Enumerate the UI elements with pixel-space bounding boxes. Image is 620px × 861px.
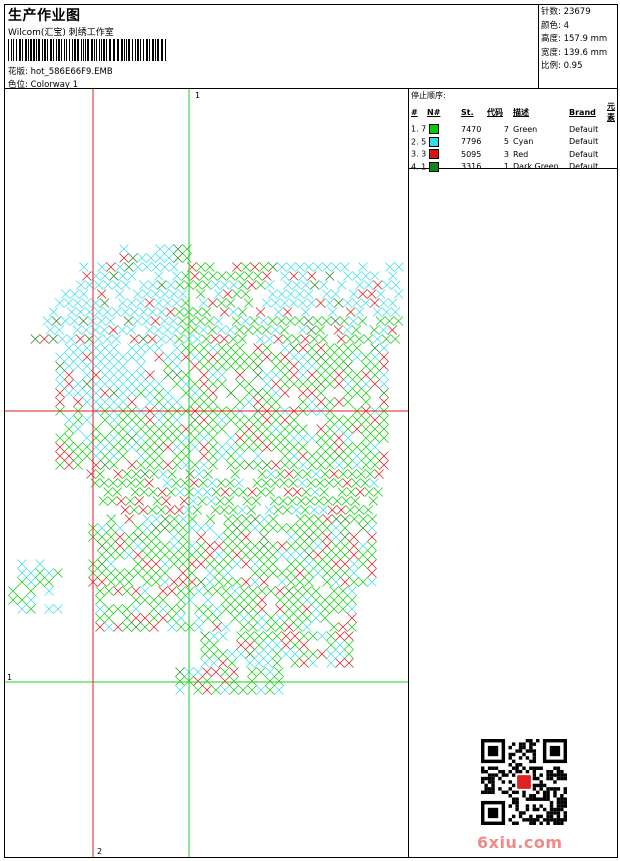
color-swatch bbox=[428, 161, 439, 172]
stitch-pattern bbox=[5, 89, 408, 857]
desc-cell: Dark Green bbox=[513, 162, 559, 172]
color-swatch bbox=[428, 136, 439, 147]
stitch-count-cell: 5095 bbox=[461, 149, 482, 159]
color-swatch bbox=[428, 149, 439, 160]
sheet-title: 生产作业图 bbox=[8, 8, 81, 24]
element-cell bbox=[605, 148, 617, 161]
barcode bbox=[8, 39, 166, 61]
qr-code bbox=[481, 739, 567, 825]
design-preview: 1 1 2 bbox=[5, 89, 409, 857]
color-stop-legend: 停止顺序: # N# St. 代码 描述 Brand 元素 1. 7 7470 7… bbox=[409, 89, 617, 172]
stop-index: 2. 5 bbox=[409, 136, 459, 149]
watermark-text: 6xiu.com bbox=[477, 833, 563, 852]
legend-row: 4. 1 3316 1 Dark Green Default bbox=[409, 161, 617, 174]
element-cell bbox=[605, 136, 617, 149]
col-header: St. bbox=[461, 107, 474, 117]
color-swatch bbox=[428, 124, 439, 135]
color-count: 颜色: 4 bbox=[541, 20, 569, 31]
element-cell bbox=[605, 123, 617, 136]
desc-cell: Red bbox=[513, 149, 529, 159]
code-cell: 1 bbox=[503, 162, 509, 172]
stitch-count-cell: 7796 bbox=[461, 137, 482, 147]
sheet-subtitle: Wilcom(汇宝) 刺绣工作室 bbox=[8, 28, 114, 38]
legend-table: # N# St. 代码 描述 Brand 元素 1. 7 7470 7 Green D… bbox=[409, 101, 617, 173]
col-header: N# bbox=[427, 107, 441, 117]
brand-cell: Default bbox=[569, 137, 599, 147]
design-width: 宽度: 139.6 mm bbox=[541, 47, 608, 58]
design-scale: 比例: 0.95 bbox=[541, 61, 583, 71]
axis-label-left: 1 bbox=[7, 673, 13, 682]
col-header: Brand bbox=[569, 107, 596, 117]
legend-row: 3. 3 5095 3 Red Default bbox=[409, 148, 617, 161]
stats-panel: 针数: 23679 颜色: 4 高度: 157.9 mm 宽度: 139.6 m… bbox=[539, 5, 617, 89]
stitch-count-cell: 3316 bbox=[461, 162, 482, 172]
col-header: 描述 bbox=[513, 107, 529, 117]
axis-label-bottom: 2 bbox=[97, 847, 103, 856]
legend-header-row: # N# St. 代码 描述 Brand 元素 bbox=[409, 101, 617, 123]
legend-row: 2. 5 7796 5 Cyan Default bbox=[409, 136, 617, 149]
stop-index: 4. 1 bbox=[409, 161, 459, 174]
code-cell: 7 bbox=[503, 124, 509, 134]
col-header: # bbox=[411, 107, 418, 117]
desc-cell: Cyan bbox=[513, 137, 534, 147]
stop-index: 3. 3 bbox=[409, 148, 459, 161]
stop-index: 1. 7 bbox=[409, 123, 459, 136]
brand-cell: Default bbox=[569, 124, 599, 134]
col-header: 代码 bbox=[487, 107, 503, 117]
code-cell: 3 bbox=[503, 149, 509, 159]
brand-cell: Default bbox=[569, 162, 599, 172]
brand-cell: Default bbox=[569, 149, 599, 159]
design-file-name: 花版: hot_586E66F9.EMB bbox=[8, 67, 113, 77]
code-cell: 5 bbox=[503, 137, 509, 147]
design-height: 高度: 157.9 mm bbox=[541, 34, 608, 44]
axis-label-top: 1 bbox=[195, 91, 201, 100]
legend-caption: 停止顺序: bbox=[411, 91, 446, 100]
desc-cell: Green bbox=[513, 124, 538, 134]
stitch-count: 针数: 23679 bbox=[541, 7, 591, 17]
element-cell bbox=[605, 161, 617, 174]
legend-row: 1. 7 7470 7 Green Default bbox=[409, 123, 617, 136]
header-panel: 生产作业图 Wilcom(汇宝) 刺绣工作室 花版: hot_586E66F9.… bbox=[5, 5, 539, 90]
stitch-count-cell: 7470 bbox=[461, 124, 482, 134]
col-header: 元素 bbox=[607, 102, 615, 122]
production-sheet: 生产作业图 Wilcom(汇宝) 刺绣工作室 花版: hot_586E66F9.… bbox=[4, 4, 618, 858]
